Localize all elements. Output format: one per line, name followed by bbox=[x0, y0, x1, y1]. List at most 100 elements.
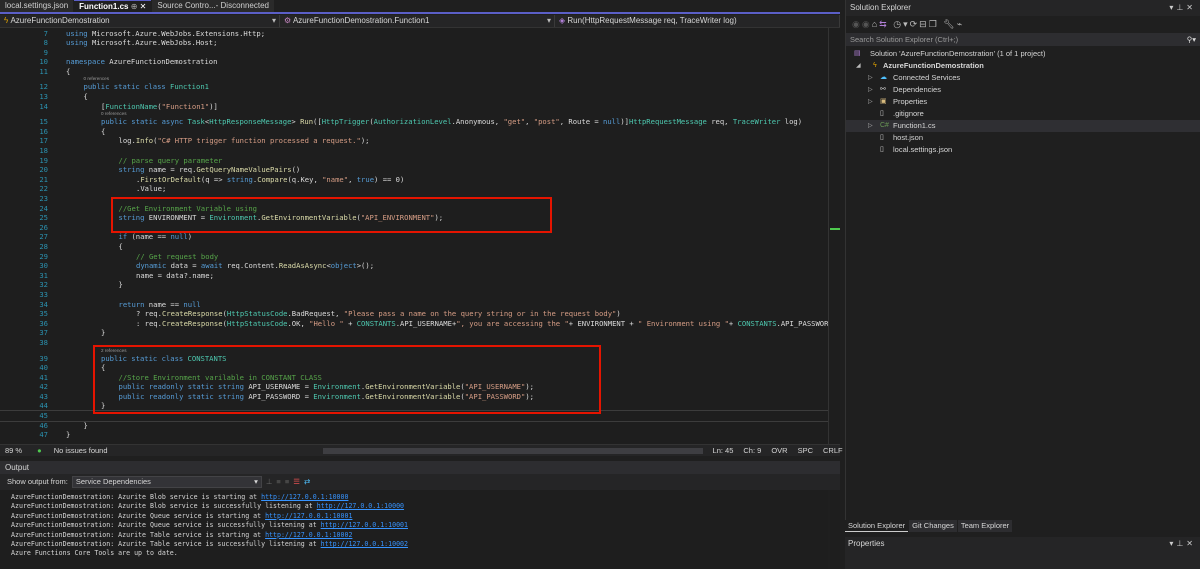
code-line[interactable]: 21 .FirstOrDefault(q => string.Compare(q.… bbox=[0, 175, 828, 185]
expand-icon[interactable]: ▷ bbox=[868, 72, 873, 84]
code-line[interactable]: 17 log.Info("C# HTTP trigger function pro… bbox=[0, 136, 828, 146]
code-line[interactable]: 22 .Value; bbox=[0, 184, 828, 194]
code-line[interactable]: 34 return name == null bbox=[0, 300, 828, 310]
window-controls[interactable]: ▾⊥✕ bbox=[1169, 537, 1196, 551]
output-text[interactable]: AzureFunctionDemostration: Azurite Blob … bbox=[0, 490, 828, 569]
editor-scrollbar[interactable] bbox=[828, 28, 840, 444]
tab-local-settings[interactable]: local.settings.json bbox=[0, 0, 74, 12]
code-line[interactable]: 28 { bbox=[0, 242, 828, 252]
project-dropdown[interactable]: ϟ AzureFunctionDemostration ▾ bbox=[0, 15, 280, 27]
tree-item[interactable]: ▷ ▣ Properties bbox=[846, 96, 1200, 108]
next-icon[interactable]: ≡ bbox=[285, 474, 289, 490]
sync-icon[interactable]: ⟳ bbox=[910, 19, 920, 29]
pin-icon[interactable]: ⊕ bbox=[131, 2, 138, 11]
preview-icon[interactable]: ⌁ bbox=[957, 19, 964, 29]
output-message: AzureFunctionDemostration: Azurite Table… bbox=[11, 539, 321, 548]
whitespace-mode[interactable]: SPC bbox=[793, 445, 818, 456]
code-line[interactable]: 19 // parse query parameter bbox=[0, 156, 828, 166]
code-line[interactable]: 46} bbox=[0, 421, 828, 431]
code-token: "Function1" bbox=[161, 101, 210, 111]
previous-icon[interactable]: ≡ bbox=[276, 474, 280, 490]
show-all-files-icon[interactable]: ❐ bbox=[929, 19, 939, 29]
close-icon[interactable]: ✕ bbox=[140, 2, 147, 11]
code-line[interactable]: 27 if (name == null) bbox=[0, 232, 828, 242]
tree-item[interactable]: ▷ ⚯ Dependencies bbox=[846, 84, 1200, 96]
chevron-down-icon: ▾ bbox=[546, 16, 551, 25]
code-line[interactable]: 20 string name = req.GetQueryNameValuePai… bbox=[0, 165, 828, 175]
clear-all-icon[interactable]: ☰ bbox=[293, 474, 300, 490]
back-icon[interactable]: ◉ bbox=[852, 19, 862, 29]
class-dropdown[interactable]: ⚙ AzureFunctionDemostration.Function1 ▾ bbox=[280, 15, 555, 27]
tree-item[interactable]: ▯ local.settings.json bbox=[846, 144, 1200, 156]
pending-changes-icon[interactable]: ◷▾ bbox=[893, 19, 909, 29]
issues-status[interactable]: ● No issues found bbox=[27, 445, 117, 456]
code-text: { bbox=[84, 92, 88, 102]
code-line[interactable]: 37} bbox=[0, 328, 828, 338]
tab-solution-explorer[interactable]: Solution Explorer bbox=[845, 520, 909, 532]
code-text: namespace AzureFunctionDemostration bbox=[66, 57, 217, 67]
zoom-level[interactable]: 89 % bbox=[0, 445, 27, 456]
output-scrollbar[interactable] bbox=[830, 490, 840, 569]
code-line[interactable]: 31 name = data?.name; bbox=[0, 271, 828, 281]
tab-source-control[interactable]: Source Contro...- Disconnected bbox=[152, 0, 274, 12]
tab-git-changes[interactable]: Git Changes bbox=[909, 520, 957, 532]
tree-item-solution[interactable]: ▤ Solution 'AzureFunctionDemostration' (1… bbox=[846, 48, 1200, 60]
member-dropdown[interactable]: ◈ Run(HttpRequestMessage req, TraceWrite… bbox=[555, 15, 840, 27]
code-line[interactable]: 10 namespace AzureFunctionDemostration bbox=[0, 57, 828, 67]
code-line[interactable]: 11 { bbox=[0, 67, 828, 77]
expand-icon[interactable]: ▷ bbox=[868, 96, 873, 108]
code-line[interactable]: 13 { bbox=[0, 92, 828, 102]
code-token: Microsoft.Azure.WebJobs.Host; bbox=[87, 38, 218, 48]
tree-item[interactable]: ▷ C# Function1.cs bbox=[846, 120, 1200, 132]
tab-function1[interactable]: Function1.cs ⊕ ✕ bbox=[74, 0, 152, 12]
find-icon[interactable]: ⊥ bbox=[266, 474, 273, 490]
code-line[interactable]: 15 public static async Task<HttpResponseM… bbox=[0, 117, 828, 127]
line-number: 45 bbox=[39, 411, 48, 421]
code-token: data = bbox=[166, 261, 201, 271]
collapse-all-icon[interactable]: ⊟ bbox=[919, 19, 929, 29]
code-line[interactable]: 33 bbox=[0, 290, 828, 300]
tree-item[interactable]: ▷ ☁ Connected Services bbox=[846, 72, 1200, 84]
expand-icon[interactable]: ▷ bbox=[868, 120, 873, 132]
code-line[interactable]: 9 bbox=[0, 48, 828, 58]
output-link[interactable]: http://127.0.0.1:10002 bbox=[265, 531, 352, 539]
code-line[interactable]: 18 bbox=[0, 146, 828, 156]
code-line[interactable]: 36: req.CreateResponse(HttpStatusCode.OK… bbox=[0, 319, 828, 329]
code-line[interactable]: 7 using Microsoft.Azure.WebJobs.Extension… bbox=[0, 29, 828, 39]
solution-explorer-search[interactable]: Search Solution Explorer (Ctrl+;) ⚲▾ bbox=[846, 33, 1200, 46]
forward-icon[interactable]: ◉ bbox=[862, 19, 872, 29]
code-line[interactable]: 12 public static class Function1 bbox=[0, 82, 828, 92]
window-controls[interactable]: ▾⊥✕ bbox=[1169, 0, 1196, 16]
code-line[interactable]: 14 [FunctionName("Function1")] bbox=[0, 102, 828, 112]
line-endings[interactable]: CRLF bbox=[818, 445, 848, 456]
code-editor[interactable]: 7 using Microsoft.Azure.WebJobs.Extension… bbox=[0, 28, 828, 444]
output-source-dropdown[interactable]: Service Dependencies ▾ bbox=[71, 476, 262, 488]
tab-team-explorer[interactable]: Team Explorer bbox=[957, 520, 1013, 532]
tree-item-project[interactable]: ◢ ϟ AzureFunctionDemostration bbox=[846, 60, 1200, 72]
output-link[interactable]: http://127.0.0.1:10002 bbox=[321, 540, 408, 548]
search-icon: ⚲▾ bbox=[1186, 35, 1196, 44]
switch-views-icon[interactable]: ⇆ bbox=[879, 19, 889, 29]
code-line[interactable]: 32} bbox=[0, 280, 828, 290]
overwrite-mode[interactable]: OVR bbox=[766, 445, 792, 456]
code-text: if (name == null) bbox=[119, 232, 193, 242]
code-line[interactable]: 35 ? req.CreateResponse(HttpStatusCode.Ba… bbox=[0, 309, 828, 319]
code-line[interactable]: 47} bbox=[0, 430, 828, 440]
code-line[interactable]: 30 dynamic data = await req.Content.ReadA… bbox=[0, 261, 828, 271]
column-number: Ch: 9 bbox=[743, 446, 762, 455]
expand-icon[interactable]: ▷ bbox=[868, 84, 873, 96]
tab-label: local.settings.json bbox=[5, 1, 69, 10]
horizontal-scrollbar[interactable] bbox=[118, 445, 708, 456]
tree-item[interactable]: ▯ .gitignore bbox=[846, 108, 1200, 120]
output-line: AzureFunctionDemostration: Azurite Blob … bbox=[11, 502, 828, 511]
output-link[interactable]: http://127.0.0.1:10001 bbox=[265, 512, 352, 520]
code-line[interactable]: 29 // Get request body bbox=[0, 252, 828, 262]
output-link[interactable]: http://127.0.0.1:10000 bbox=[317, 502, 404, 510]
code-line[interactable]: 16 { bbox=[0, 127, 828, 137]
properties-wrench-icon[interactable]: 🔧︎ bbox=[943, 19, 956, 29]
output-link[interactable]: http://127.0.0.1:10001 bbox=[321, 521, 408, 529]
tree-item[interactable]: ▯ host.json bbox=[846, 132, 1200, 144]
code-line[interactable]: 8 using Microsoft.Azure.WebJobs.Host; bbox=[0, 38, 828, 48]
word-wrap-icon[interactable]: ⇄ bbox=[304, 474, 310, 490]
output-link[interactable]: http://127.0.0.1:10000 bbox=[261, 493, 348, 501]
